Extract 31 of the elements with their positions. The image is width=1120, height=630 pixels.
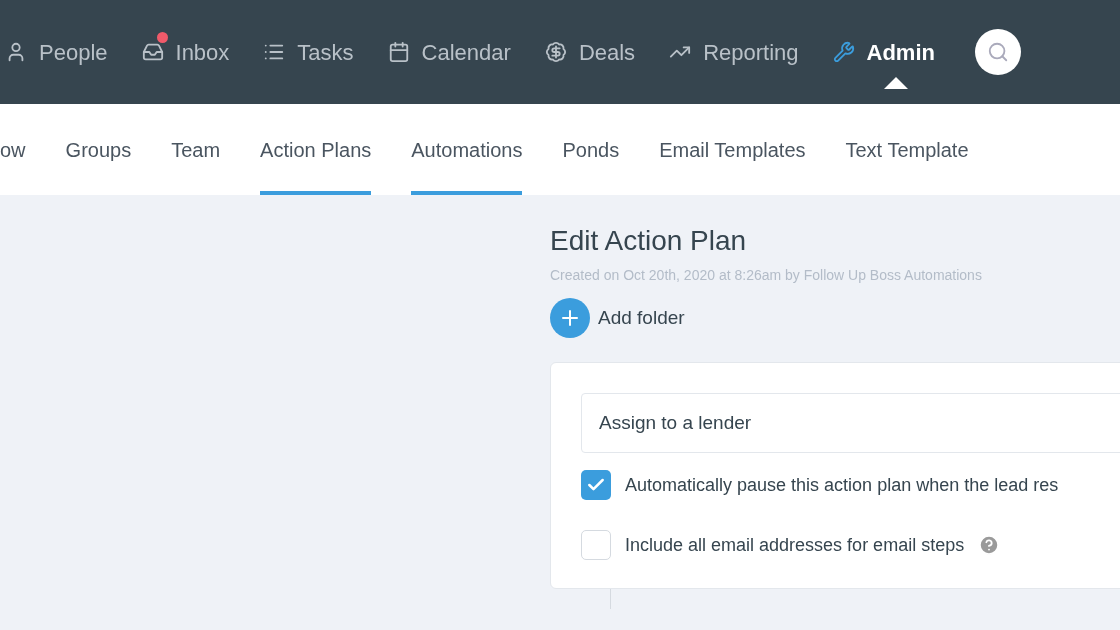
nav-item[interactable]: Inbox	[141, 35, 230, 69]
active-pointer-icon	[883, 76, 908, 89]
tab[interactable]: ow	[0, 104, 26, 195]
dollar-tag-icon	[544, 41, 567, 63]
search-button[interactable]	[974, 29, 1021, 75]
calendar-icon	[387, 41, 410, 63]
nav-item[interactable]: Deals	[544, 35, 636, 69]
nav-item[interactable]: Reporting	[669, 35, 799, 69]
add-folder-button[interactable]: Add folder	[550, 298, 685, 338]
wrench-icon	[832, 41, 855, 63]
inbox-tray-icon	[141, 41, 164, 63]
tab[interactable]: Ponds	[562, 104, 620, 195]
checkbox-label: Automatically pause this action plan when the lead res	[625, 473, 1059, 497]
nav-item[interactable]: People	[5, 35, 108, 69]
tab[interactable]: Action Plans	[260, 104, 372, 195]
help-icon[interactable]	[978, 534, 1001, 556]
tab[interactable]: Team	[171, 104, 221, 195]
tab[interactable]: Groups	[65, 104, 132, 195]
nav-item[interactable]: Tasks	[263, 35, 354, 69]
tab[interactable]: Email Templates	[659, 104, 806, 195]
checkbox[interactable]	[581, 530, 611, 560]
nav-item[interactable]: Calendar	[387, 35, 511, 69]
tab[interactable]: Text Template	[845, 104, 969, 195]
checkbox[interactable]	[581, 470, 611, 500]
plan-name-field[interactable]: Assign to a lender	[581, 393, 1120, 453]
created-info: Created on Oct 20th, 2020 at 8:26am by Follow Up Boss Automations	[550, 266, 983, 285]
page-title: Edit Action Plan	[550, 224, 748, 258]
nav-item[interactable]: Admin	[832, 35, 935, 69]
checkbox-label: Include all email addresses for email steps	[625, 533, 965, 557]
tab[interactable]: Automations	[411, 104, 523, 195]
search-icon	[986, 41, 1009, 63]
